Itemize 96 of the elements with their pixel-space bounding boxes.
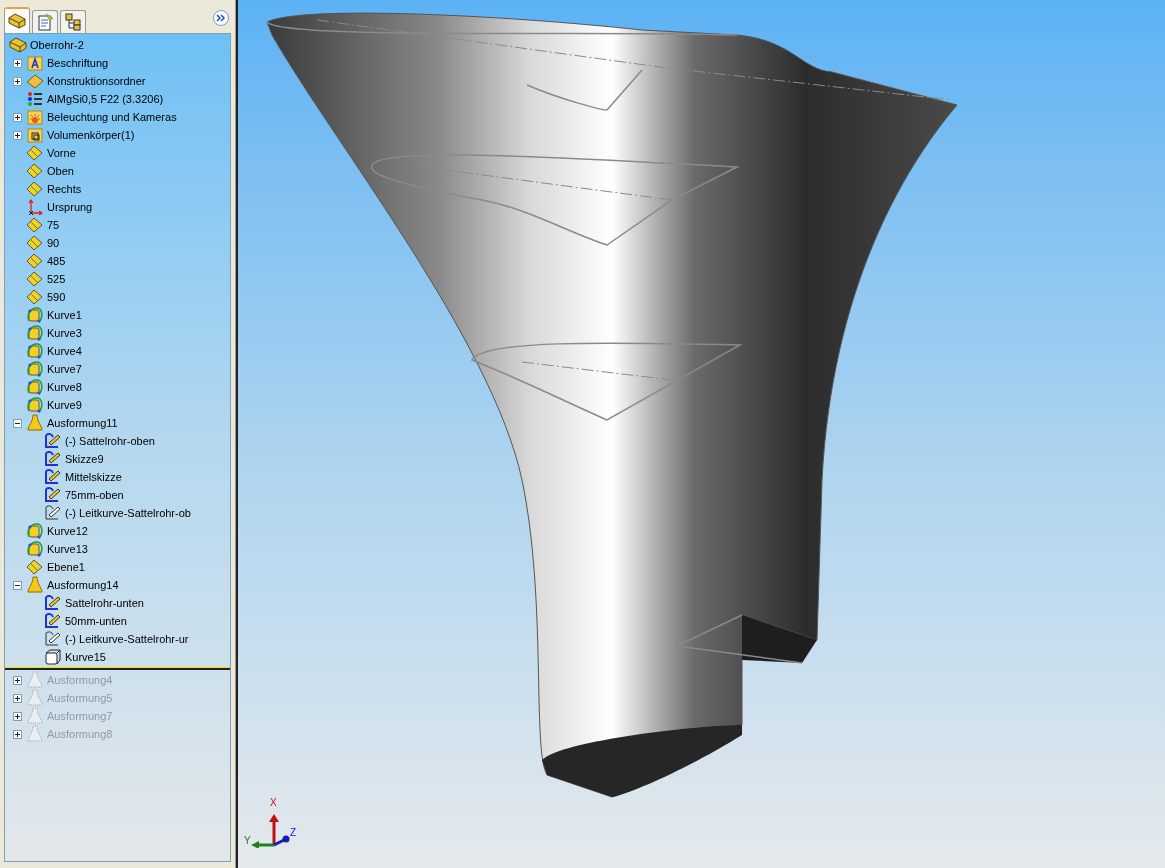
tree-item[interactable]: (-) Leitkurve-Sattelrohr-ur: [65, 630, 189, 648]
collapse-toggle[interactable]: [13, 418, 22, 428]
plane-icon: [26, 271, 44, 287]
plane-icon: [26, 217, 44, 233]
bell-shape-icon: [27, 689, 43, 707]
hierarchy-icon: [64, 13, 82, 31]
z-axis-label: Z: [290, 828, 297, 838]
curve-icon: [26, 540, 44, 558]
bell-shape-icon: [27, 725, 43, 743]
sketch-icon: [44, 612, 62, 630]
sketch-icon: [44, 432, 62, 450]
part-icon: [9, 37, 27, 53]
tree-item[interactable]: Volumenkörper(1): [47, 126, 135, 144]
expand-panel-button[interactable]: [213, 10, 229, 26]
tree-item[interactable]: Rechts: [47, 180, 82, 198]
plane-icon: [26, 145, 44, 161]
folder-sun-icon: [27, 109, 43, 125]
plane-icon: [26, 163, 44, 179]
sketch-icon: [44, 594, 62, 612]
tree-item[interactable]: 525: [47, 270, 66, 288]
tree-item[interactable]: Kurve8: [47, 378, 82, 396]
expand-toggle[interactable]: [13, 675, 22, 685]
tree-item[interactable]: Sattelrohr-unten: [65, 594, 144, 612]
folder-letter-icon: [27, 55, 43, 71]
curve-icon: [26, 378, 44, 396]
collapse-toggle[interactable]: [13, 580, 22, 590]
tree-item[interactable]: Ursprung: [47, 198, 93, 216]
rollback-bar[interactable]: [5, 667, 230, 670]
sketch-icon: [44, 468, 62, 486]
bell-shape-icon: [27, 707, 43, 725]
sketch-icon: [44, 450, 62, 468]
curve-icon: [26, 342, 44, 360]
tree-item[interactable]: Oben: [47, 162, 74, 180]
tree-item[interactable]: Kurve12: [47, 522, 88, 540]
clipboard-icon: [36, 13, 54, 31]
tree-item[interactable]: 485: [47, 252, 66, 270]
tree-item[interactable]: Oberrohr-2: [30, 36, 84, 54]
tree-item[interactable]: Kurve9: [47, 396, 82, 414]
expand-toggle[interactable]: [13, 58, 22, 68]
curve-icon: [26, 360, 44, 378]
plane-icon: [26, 253, 44, 269]
origin-axes-icon: [27, 199, 43, 215]
expand-toggle[interactable]: [13, 693, 22, 703]
curve-icon: [26, 396, 44, 414]
diamond-folder-icon: [26, 73, 44, 89]
tree-item[interactable]: 75mm-oben: [65, 486, 124, 504]
panel-tab[interactable]: [60, 10, 86, 33]
tree-item[interactable]: (-) Leitkurve-Sattelrohr-ob: [65, 504, 191, 522]
plane-icon: [26, 559, 44, 575]
bell-shape-icon: [27, 671, 43, 689]
y-axis-label: Y: [244, 836, 251, 846]
tree-item[interactable]: Ebene1: [47, 558, 85, 576]
tree-item[interactable]: Kurve15: [65, 648, 106, 666]
bell-shape-icon: [27, 414, 43, 432]
double-chevron-icon: [216, 14, 226, 22]
tree-item[interactable]: Konstruktionsordner: [47, 72, 146, 90]
tree-item[interactable]: Kurve3: [47, 324, 82, 342]
tree-item[interactable]: Beschriftung: [47, 54, 109, 72]
sketch-icon: [44, 630, 62, 648]
sketch-icon: [44, 504, 62, 522]
tree-item[interactable]: Vorne: [47, 144, 76, 162]
tree-item[interactable]: 590: [47, 288, 66, 306]
sketch-icon: [44, 486, 62, 504]
curve-icon: [26, 522, 44, 540]
tree-item[interactable]: Kurve7: [47, 360, 82, 378]
plane-icon: [26, 289, 44, 305]
tree-item[interactable]: Kurve1: [47, 306, 82, 324]
tree-item[interactable]: Ausformung11: [47, 414, 118, 432]
tree-item[interactable]: 75: [47, 216, 60, 234]
material-icon: [27, 91, 43, 107]
tree-item[interactable]: AlMgSi0,5 F22 (3.3206): [47, 90, 164, 108]
expand-toggle[interactable]: [13, 711, 22, 721]
curve-icon: [26, 306, 44, 324]
tree-item[interactable]: 90: [47, 234, 60, 252]
tree-item[interactable]: 50mm-unten: [65, 612, 127, 630]
tree-item[interactable]: Ausformung14: [47, 576, 119, 594]
panel-tab[interactable]: [32, 10, 58, 33]
plane-icon: [26, 235, 44, 251]
expand-toggle[interactable]: [13, 112, 22, 122]
expand-toggle[interactable]: [13, 76, 22, 86]
part-icon: [7, 12, 27, 30]
tree-item[interactable]: Beleuchtung und Kameras: [47, 108, 177, 126]
folder-cube-icon: [27, 127, 43, 143]
curve-icon: [26, 324, 44, 342]
tree-item[interactable]: (-) Sattelrohr-oben: [65, 432, 155, 450]
tree-item[interactable]: Mittelskizze: [65, 468, 122, 486]
expand-toggle[interactable]: [13, 729, 22, 739]
tree-item[interactable]: Skizze9: [65, 450, 104, 468]
cube-outline-icon: [44, 648, 62, 666]
tree-item[interactable]: Kurve4: [47, 342, 82, 360]
bell-shape-icon: [27, 576, 43, 594]
tree-item[interactable]: Kurve13: [47, 540, 88, 558]
x-axis-label: X: [270, 798, 277, 808]
expand-toggle[interactable]: [13, 130, 22, 140]
plane-icon: [26, 181, 44, 197]
panel-tab[interactable]: [4, 7, 30, 33]
